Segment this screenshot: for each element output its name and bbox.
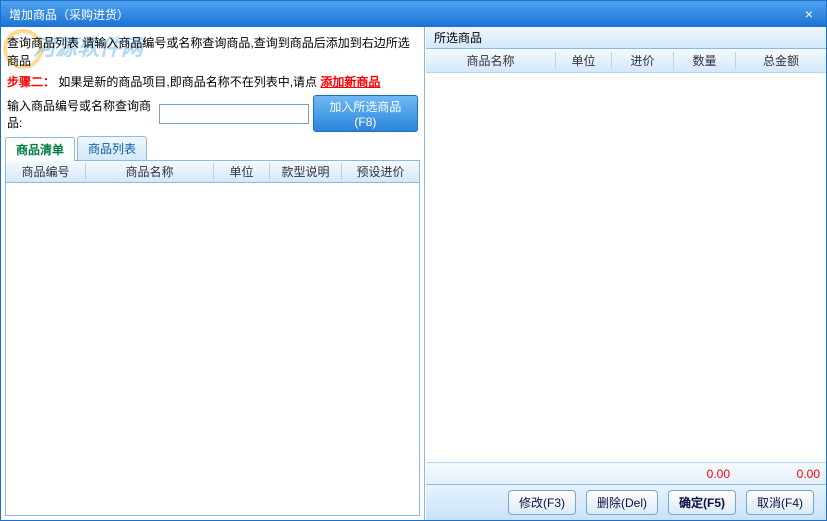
totals-row: 0.00 0.00 [426,462,826,484]
right-grid-body[interactable] [426,73,826,462]
col-product-code[interactable]: 商品编号 [6,163,86,180]
left-grid-header: 商品编号 商品名称 单位 款型说明 预设进价 [5,161,420,183]
step2-label: 步骤二： [7,75,55,89]
right-pane: 所选商品 商品名称 单位 进价 数量 总金额 0.00 0.00 [425,27,826,520]
step1-line: 查询商品列表 请输入商品编号或名称查询商品,查询到商品后添加到右边所选商品 [7,34,418,70]
left-content: 查询商品列表 请输入商品编号或名称查询商品,查询到商品后添加到右边所选商品 步骤… [5,31,420,161]
delete-button[interactable]: 删除(Del) [586,490,658,515]
col-unit[interactable]: 单位 [214,163,270,180]
left-grid-body[interactable] [5,183,420,516]
tab-product-list[interactable]: 商品清单 [5,137,75,161]
step2-line: 步骤二： 如果是新的商品项目,即商品名称不在列表中,请点 添加新商品 [7,73,418,91]
rcol-price[interactable]: 进价 [612,52,674,69]
total-amount: 0.00 [736,467,826,481]
col-product-name[interactable]: 商品名称 [86,163,214,180]
modify-button[interactable]: 修改(F3) [508,490,576,515]
rcol-unit[interactable]: 单位 [556,52,612,69]
left-grid: 商品编号 商品名称 单位 款型说明 预设进价 [5,161,420,516]
rcol-name[interactable]: 商品名称 [426,52,556,69]
right-grid: 商品名称 单位 进价 数量 总金额 0.00 0.00 [426,49,826,484]
rcol-qty[interactable]: 数量 [674,52,736,69]
cancel-button[interactable]: 取消(F4) [746,490,814,515]
right-title: 所选商品 [426,27,826,49]
step2-text: 如果是新的商品项目,即商品名称不在列表中,请点 [58,75,317,89]
col-preset-price[interactable]: 预设进价 [342,163,419,180]
right-grid-header: 商品名称 单位 进价 数量 总金额 [426,49,826,73]
search-row: 输入商品编号或名称查询商品: 加入所选商品(F8) [7,95,418,132]
search-input[interactable] [159,104,309,124]
search-label: 输入商品编号或名称查询商品: [7,97,155,131]
total-qty: 0.00 [674,467,736,481]
window-title: 增加商品（采购进货） [9,6,800,23]
step1-label: 查询商品列表 [7,36,79,50]
close-icon[interactable]: × [800,5,818,23]
ok-button[interactable]: 确定(F5) [668,490,736,515]
titlebar: 增加商品（采购进货） × [1,1,826,27]
left-pane: 河源软件网 查询商品列表 请输入商品编号或名称查询商品,查询到商品后添加到右边所… [1,27,425,520]
dialog-window: 增加商品（采购进货） × 河源软件网 查询商品列表 请输入商品编号或名称查询商品… [0,0,827,521]
add-new-product-link[interactable]: 添加新商品 [320,75,380,89]
dialog-body: 河源软件网 查询商品列表 请输入商品编号或名称查询商品,查询到商品后添加到右边所… [1,27,826,520]
tabs: 商品清单 商品列表 [5,136,420,161]
button-bar: 修改(F3) 删除(Del) 确定(F5) 取消(F4) [426,484,826,520]
tab-product-table[interactable]: 商品列表 [77,136,147,160]
add-to-selected-button[interactable]: 加入所选商品(F8) [313,95,418,132]
rcol-total[interactable]: 总金额 [736,52,826,69]
col-style[interactable]: 款型说明 [270,163,342,180]
